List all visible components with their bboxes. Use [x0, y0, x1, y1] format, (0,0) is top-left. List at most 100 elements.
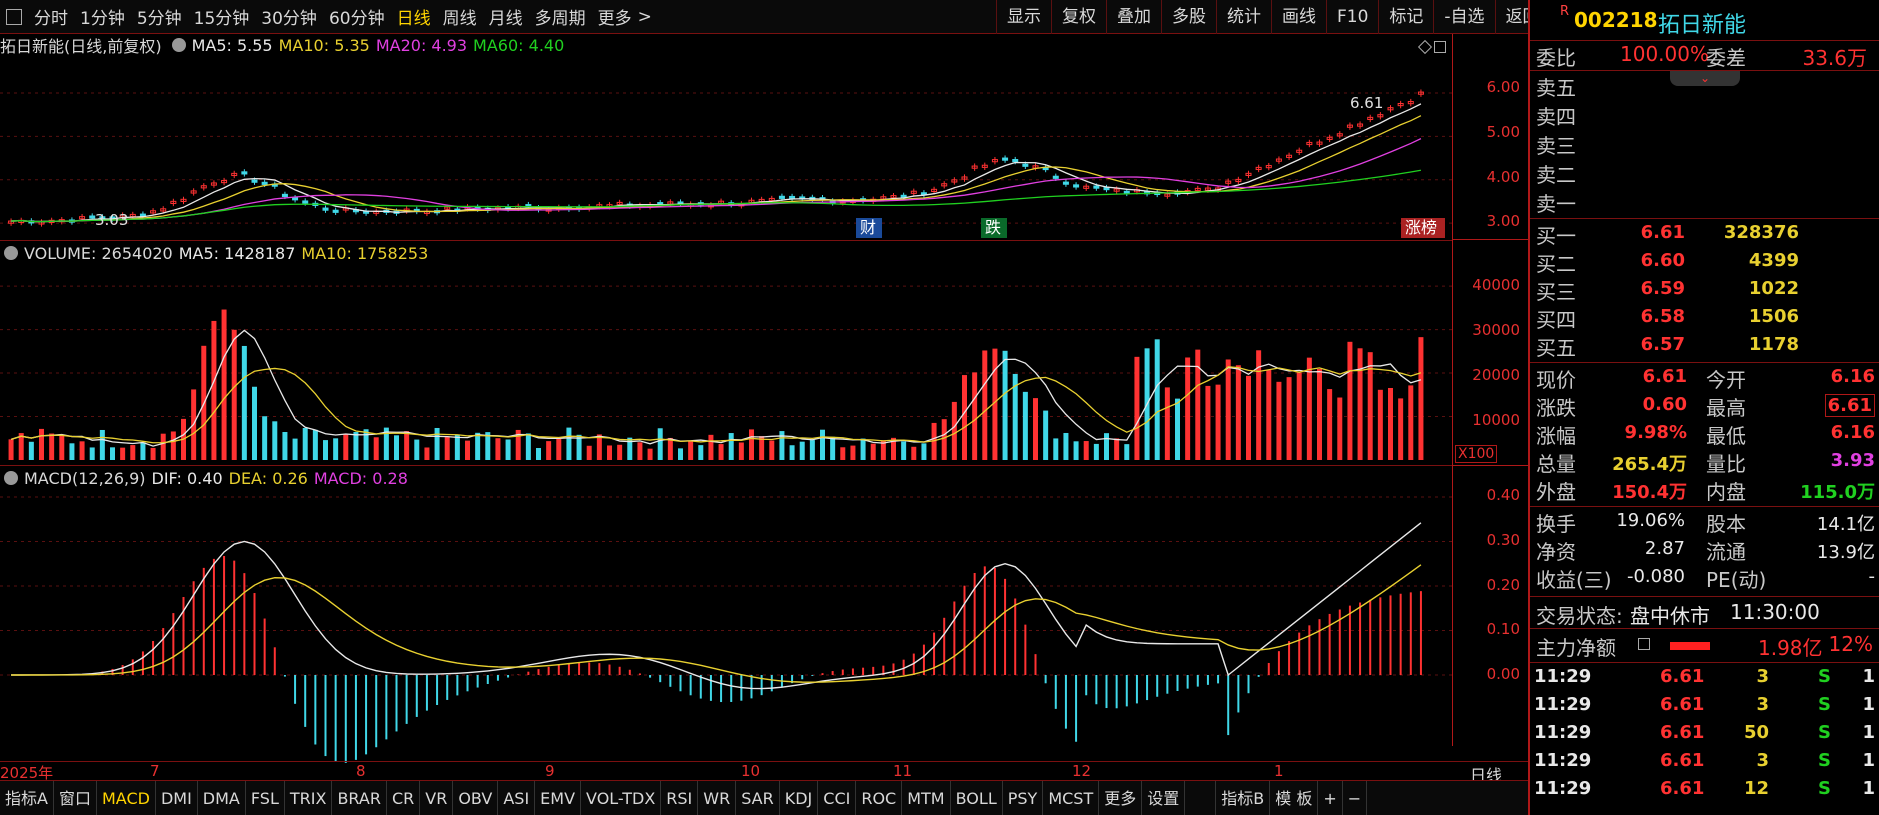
- period-tab[interactable]: 周线: [437, 4, 483, 29]
- indicator-tab[interactable]: PSY: [1003, 780, 1044, 815]
- period-tab[interactable]: 60分钟: [323, 4, 391, 29]
- period-tab[interactable]: 1分钟: [74, 4, 131, 29]
- toolbar-button[interactable]: -自选: [1433, 0, 1494, 34]
- toolbar-button[interactable]: 多股: [1161, 0, 1216, 34]
- level-volume: 328376: [1723, 222, 1799, 243]
- level-label: 卖一: [1536, 192, 1576, 216]
- macd-chart[interactable]: [0, 466, 1452, 796]
- sell-level-row[interactable]: 卖三: [1530, 130, 1879, 158]
- stat-label: 涨跌: [1536, 396, 1576, 420]
- period-tab[interactable]: 30分钟: [255, 4, 323, 29]
- volume-bar: [262, 416, 268, 460]
- volume-bar: [840, 447, 846, 460]
- indicator-tab[interactable]: 指标B: [1215, 780, 1271, 815]
- toolbar-button[interactable]: 统计: [1216, 0, 1271, 34]
- fund-value: 13.9亿: [1816, 542, 1875, 563]
- tick-volume: 3: [1756, 750, 1769, 771]
- stat-row: 外盘 150.4万 内盘 115.0万: [1530, 476, 1879, 504]
- stat-value: 3.93: [1830, 450, 1875, 471]
- indicator-tab[interactable]: RSI: [661, 780, 699, 815]
- volume-bar: [870, 443, 876, 460]
- indicator-tab[interactable]: DMI: [156, 780, 198, 815]
- indicator-tab[interactable]: BRAR: [332, 780, 387, 815]
- level-label: 买五: [1536, 336, 1576, 360]
- mainforce-value: 1.98亿: [1758, 636, 1823, 660]
- period-tab[interactable]: 日线: [391, 4, 437, 29]
- level-label: 卖三: [1536, 134, 1576, 158]
- tick-count: 1: [1862, 778, 1875, 799]
- volume-bar: [830, 436, 836, 460]
- period-tab[interactable]: 分时: [28, 4, 74, 29]
- indicator-tab[interactable]: CR: [387, 780, 421, 815]
- toolbar-button[interactable]: F10: [1326, 0, 1378, 34]
- kline-chart[interactable]: 6.61 3.03 财 跌 涨榜: [0, 34, 1452, 240]
- toolbar-buttons: 显示 复权 叠加 多股 统计 画线 F10 标记 -自选 返回: [996, 0, 1550, 34]
- volume-bar: [1002, 350, 1008, 460]
- menu-icon[interactable]: [6, 8, 22, 25]
- stat-label: 最低: [1706, 424, 1746, 448]
- sell-level-row[interactable]: 卖一: [1530, 188, 1879, 216]
- indicator-tab[interactable]: 更多: [1099, 780, 1143, 815]
- buy-level-row[interactable]: 买二 6.60 4399: [1530, 248, 1879, 276]
- kline-y-axis: 6.00 5.00 4.00 3.00: [1452, 34, 1528, 240]
- volume-bar: [566, 427, 572, 460]
- toolbar-button[interactable]: 显示: [996, 0, 1051, 34]
- period-tab[interactable]: 更多: [592, 4, 638, 29]
- level-label: 买三: [1536, 280, 1576, 304]
- volume-bar: [39, 428, 44, 460]
- candle-body: [1012, 159, 1019, 163]
- level-price: 6.59: [1640, 278, 1685, 299]
- tick-price: 6.61: [1660, 750, 1705, 771]
- indicator-tab[interactable]: 设置: [1142, 780, 1186, 815]
- indicator-tab[interactable]: DMA: [198, 780, 246, 815]
- indicator-tab[interactable]: −: [1343, 780, 1368, 815]
- indicator-tab[interactable]: EMV: [535, 780, 582, 815]
- indicator-tab[interactable]: 模 板: [1270, 780, 1319, 815]
- indicator-tab[interactable]: +: [1318, 780, 1343, 815]
- period-tab[interactable]: 15分钟: [188, 4, 256, 29]
- buy-level-row[interactable]: 买三 6.59 1022: [1530, 276, 1879, 304]
- indicator-tab[interactable]: SAR: [736, 780, 780, 815]
- toolbar-button[interactable]: 画线: [1271, 0, 1326, 34]
- sell-level-row[interactable]: 卖四: [1530, 101, 1879, 129]
- toolbar-button[interactable]: 标记: [1378, 0, 1433, 34]
- indicator-tab[interactable]: BOLL: [951, 780, 1003, 815]
- volume-bar: [718, 444, 724, 460]
- indicator-tab[interactable]: FSL: [246, 780, 285, 815]
- tick-count: 1: [1862, 666, 1875, 687]
- buy-level-row[interactable]: 买五 6.57 1178: [1530, 332, 1879, 360]
- chart-area[interactable]: 拓日新能(日线,前复权) MA5: 5.55 MA10: 5.35 MA20: …: [0, 34, 1528, 785]
- toolbar-button[interactable]: 叠加: [1106, 0, 1161, 34]
- indicator-tab[interactable]: MACD: [97, 780, 156, 815]
- period-tab[interactable]: 多周期: [529, 4, 592, 29]
- indicator-tab[interactable]: MCST: [1043, 780, 1100, 815]
- info-icon[interactable]: [1638, 638, 1650, 650]
- indicator-tab[interactable]: KDJ: [780, 780, 819, 815]
- indicator-tab[interactable]: VR: [420, 780, 454, 815]
- buy-level-row[interactable]: 买四 6.58 1506: [1530, 304, 1879, 332]
- sell-level-row[interactable]: 卖五: [1530, 72, 1879, 100]
- indicator-tab[interactable]: ASI: [498, 780, 536, 815]
- indicator-tab[interactable]: VOL-TDX: [581, 780, 662, 815]
- period-tab[interactable]: 月线: [483, 4, 529, 29]
- indicator-tab[interactable]: WR: [698, 780, 737, 815]
- indicator-tab[interactable]: 指标A: [0, 780, 54, 815]
- volume-bar: [505, 439, 511, 460]
- indicator-tab[interactable]: TRIX: [285, 780, 333, 815]
- indicator-tab[interactable]: 窗口: [54, 780, 97, 815]
- indicator-tab[interactable]: OBV: [453, 780, 499, 815]
- volume-bar: [1347, 341, 1353, 460]
- volume-bar: [69, 443, 75, 460]
- indicator-tab[interactable]: MTM: [902, 780, 951, 815]
- indicator-tab[interactable]: CCI: [818, 780, 857, 815]
- period-tab[interactable]: 5分钟: [131, 4, 188, 29]
- chevron-right-icon[interactable]: >: [638, 7, 658, 27]
- toolbar-button[interactable]: 复权: [1051, 0, 1106, 34]
- stock-code: 002218: [1574, 8, 1658, 32]
- sell-level-row[interactable]: 卖二: [1530, 159, 1879, 187]
- volume-chart[interactable]: [0, 240, 1452, 466]
- fund-label: 净资: [1536, 540, 1576, 564]
- indicator-tab[interactable]: ROC: [856, 780, 903, 815]
- buy-level-row[interactable]: 买一 6.61 328376: [1530, 220, 1879, 248]
- tick-row: 11:29 6.61 3 S 1: [1530, 692, 1879, 720]
